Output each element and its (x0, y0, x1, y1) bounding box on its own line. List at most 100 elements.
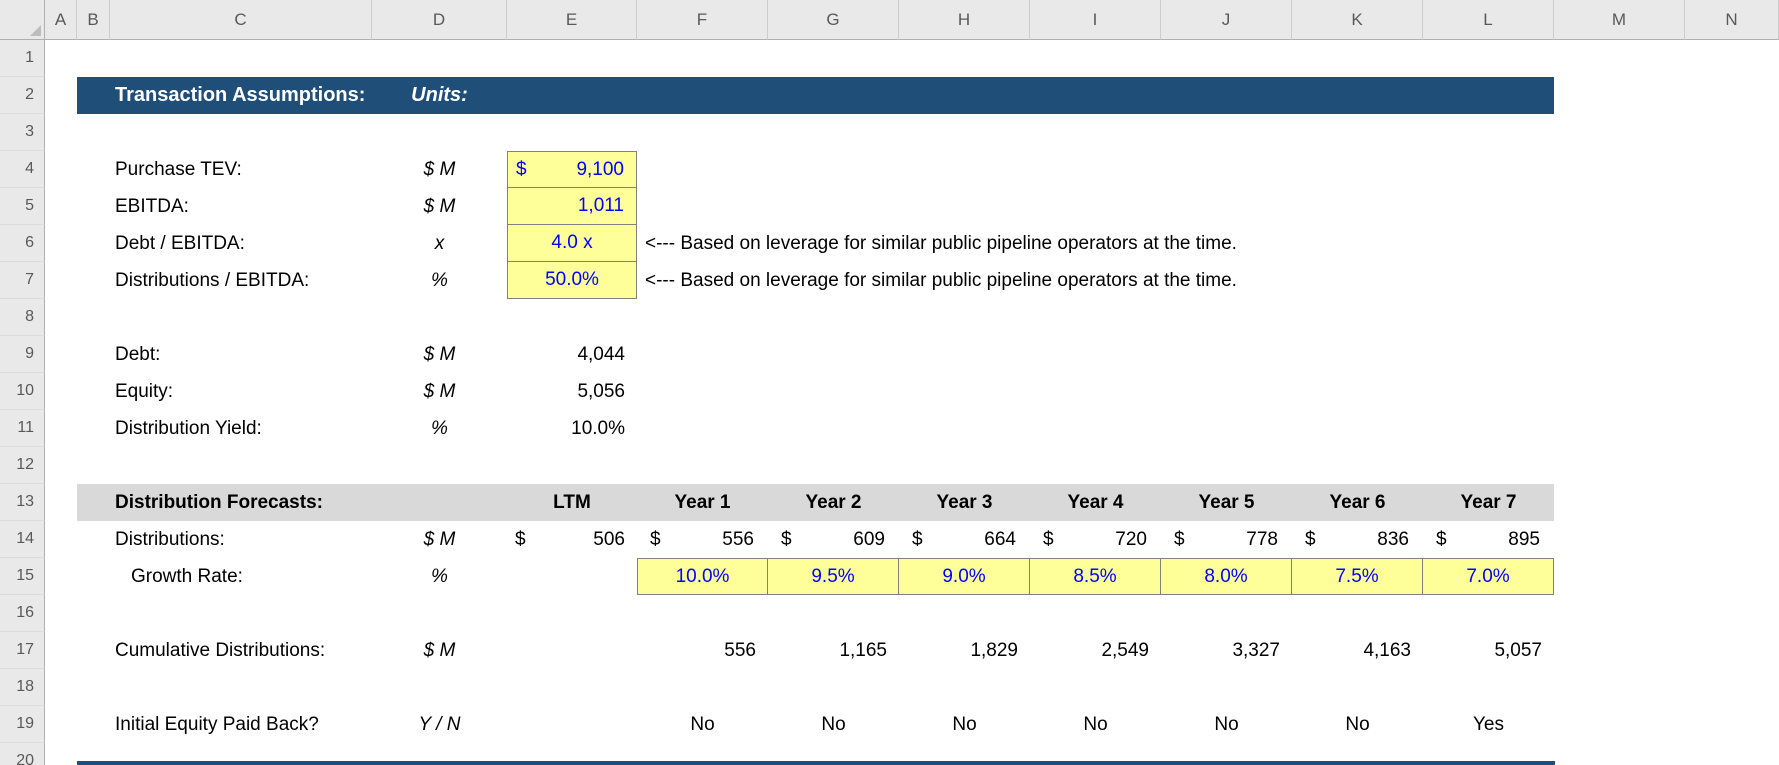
column-header-e[interactable]: E (507, 0, 637, 40)
units-distribution-yield[interactable]: % (372, 410, 507, 447)
empty-cells[interactable] (1554, 77, 1779, 114)
cell-cumulative-year-1[interactable]: 556 (637, 632, 768, 669)
column-header-n[interactable]: N (1685, 0, 1779, 40)
cell-paid-back-year-2[interactable]: No (768, 706, 899, 743)
units-cumulative-distributions[interactable]: $ M (372, 632, 507, 669)
row-header-20[interactable]: 20 (0, 743, 45, 765)
row-header-9[interactable]: 9 (0, 336, 45, 373)
label-distributions-ebitda[interactable]: Distributions / EBITDA: (110, 262, 372, 299)
column-header-d[interactable]: D (372, 0, 507, 40)
input-ebitda[interactable]: 1,011 (507, 188, 637, 225)
empty-cells[interactable] (45, 595, 1779, 632)
row-header-18[interactable]: 18 (0, 669, 45, 706)
row-header-12[interactable]: 12 (0, 447, 45, 484)
input-growth-rate-year-2[interactable]: 9.5% (768, 558, 899, 595)
row-header-14[interactable]: 14 (0, 521, 45, 558)
input-debt-ebitda[interactable]: 4.0 x (507, 225, 637, 262)
empty-cells[interactable] (637, 151, 1779, 188)
label-equity[interactable]: Equity: (110, 373, 372, 410)
column-header-b[interactable]: B (77, 0, 110, 40)
cell-paid-back-year-4[interactable]: No (1030, 706, 1161, 743)
row-header-16[interactable]: 16 (0, 595, 45, 632)
empty-cells[interactable] (637, 336, 1779, 373)
empty-cells[interactable] (45, 447, 1779, 484)
units-growth-rate[interactable]: % (372, 558, 507, 595)
value-debt[interactable]: 4,044 (507, 336, 637, 373)
input-growth-rate-year-7[interactable]: 7.0% (1423, 558, 1554, 595)
input-growth-rate-year-5[interactable]: 8.0% (1161, 558, 1292, 595)
input-growth-rate-year-4[interactable]: 8.5% (1030, 558, 1161, 595)
empty-cells[interactable] (1554, 632, 1779, 669)
label-cumulative-distributions[interactable]: Cumulative Distributions: (110, 632, 372, 669)
spacer-e[interactable] (507, 558, 637, 595)
row-header-7[interactable]: 7 (0, 262, 45, 299)
row-header-15[interactable]: 15 (0, 558, 45, 595)
row-header-6[interactable]: 6 (0, 225, 45, 262)
label-growth-rate[interactable]: Growth Rate: (110, 558, 372, 595)
column-header-g[interactable]: G (768, 0, 899, 40)
cell-distributions-year-5[interactable]: $ 778 (1161, 521, 1292, 558)
column-header-a[interactable]: A (45, 0, 77, 40)
cell-paid-back-year-7[interactable]: Yes (1423, 706, 1554, 743)
column-header-h[interactable]: H (899, 0, 1030, 40)
cell-cumulative-year-3[interactable]: 1,829 (899, 632, 1030, 669)
input-growth-rate-year-1[interactable]: 10.0% (637, 558, 768, 595)
cell-cumulative-year-2[interactable]: 1,165 (768, 632, 899, 669)
empty-cells[interactable] (637, 188, 1779, 225)
units-purchase-tev[interactable]: $ M (372, 151, 507, 188)
input-distributions-ebitda[interactable]: 50.0% (507, 262, 637, 299)
cell-paid-back-year-1[interactable]: No (637, 706, 768, 743)
cell-distributions-year-4[interactable]: $ 720 (1030, 521, 1161, 558)
column-header-f[interactable]: F (637, 0, 768, 40)
units-ebitda[interactable]: $ M (372, 188, 507, 225)
cell-distributions-year-7[interactable]: $ 895 (1423, 521, 1554, 558)
units-distributions-ebitda[interactable]: % (372, 262, 507, 299)
row-header-5[interactable]: 5 (0, 188, 45, 225)
value-distribution-yield[interactable]: 10.0% (507, 410, 637, 447)
label-ebitda[interactable]: EBITDA: (110, 188, 372, 225)
empty-cells[interactable] (637, 373, 1779, 410)
units-debt-ebitda[interactable]: x (372, 225, 507, 262)
empty-cells[interactable] (1554, 484, 1779, 521)
row-header-8[interactable]: 8 (0, 299, 45, 336)
spacer-e[interactable] (507, 632, 637, 669)
label-debt[interactable]: Debt: (110, 336, 372, 373)
spacer-e[interactable] (507, 706, 637, 743)
row-header-10[interactable]: 10 (0, 373, 45, 410)
row-header-4[interactable]: 4 (0, 151, 45, 188)
cell-distributions-year-6[interactable]: $ 836 (1292, 521, 1423, 558)
label-distribution-yield[interactable]: Distribution Yield: (110, 410, 372, 447)
row-header-13[interactable]: 13 (0, 484, 45, 521)
empty-cells[interactable] (45, 40, 1779, 77)
empty-cells[interactable] (1554, 521, 1779, 558)
label-distributions[interactable]: Distributions: (110, 521, 372, 558)
units-initial-equity-paid-back[interactable]: Y / N (372, 706, 507, 743)
distribution-forecasts-header-band[interactable]: Distribution Forecasts: LTM Year 1 Year … (77, 484, 1554, 521)
column-header-k[interactable]: K (1292, 0, 1423, 40)
empty-cells[interactable] (1554, 706, 1779, 743)
cell-distributions-ltm[interactable]: $ 506 (507, 521, 637, 558)
row-header-1[interactable]: 1 (0, 40, 45, 77)
units-debt[interactable]: $ M (372, 336, 507, 373)
cell-distributions-year-2[interactable]: $ 609 (768, 521, 899, 558)
cell-paid-back-year-6[interactable]: No (1292, 706, 1423, 743)
empty-cells[interactable] (1554, 558, 1779, 595)
column-header-c[interactable]: C (110, 0, 372, 40)
units-equity[interactable]: $ M (372, 373, 507, 410)
row-header-19[interactable]: 19 (0, 706, 45, 743)
transaction-assumptions-header-band[interactable]: Transaction Assumptions: Units: (77, 77, 1554, 114)
cell-cumulative-year-4[interactable]: 2,549 (1030, 632, 1161, 669)
label-debt-ebitda[interactable]: Debt / EBITDA: (110, 225, 372, 262)
label-initial-equity-paid-back[interactable]: Initial Equity Paid Back? (110, 706, 372, 743)
value-equity[interactable]: 5,056 (507, 373, 637, 410)
cell-cumulative-year-6[interactable]: 4,163 (1292, 632, 1423, 669)
cell-cumulative-year-7[interactable]: 5,057 (1423, 632, 1554, 669)
column-header-l[interactable]: L (1423, 0, 1554, 40)
cell-distributions-year-1[interactable]: $ 556 (637, 521, 768, 558)
input-growth-rate-year-6[interactable]: 7.5% (1292, 558, 1423, 595)
cell-distributions-year-3[interactable]: $ 664 (899, 521, 1030, 558)
units-distributions[interactable]: $ M (372, 521, 507, 558)
input-purchase-tev[interactable]: $ 9,100 (507, 151, 637, 188)
input-growth-rate-year-3[interactable]: 9.0% (899, 558, 1030, 595)
row-header-17[interactable]: 17 (0, 632, 45, 669)
